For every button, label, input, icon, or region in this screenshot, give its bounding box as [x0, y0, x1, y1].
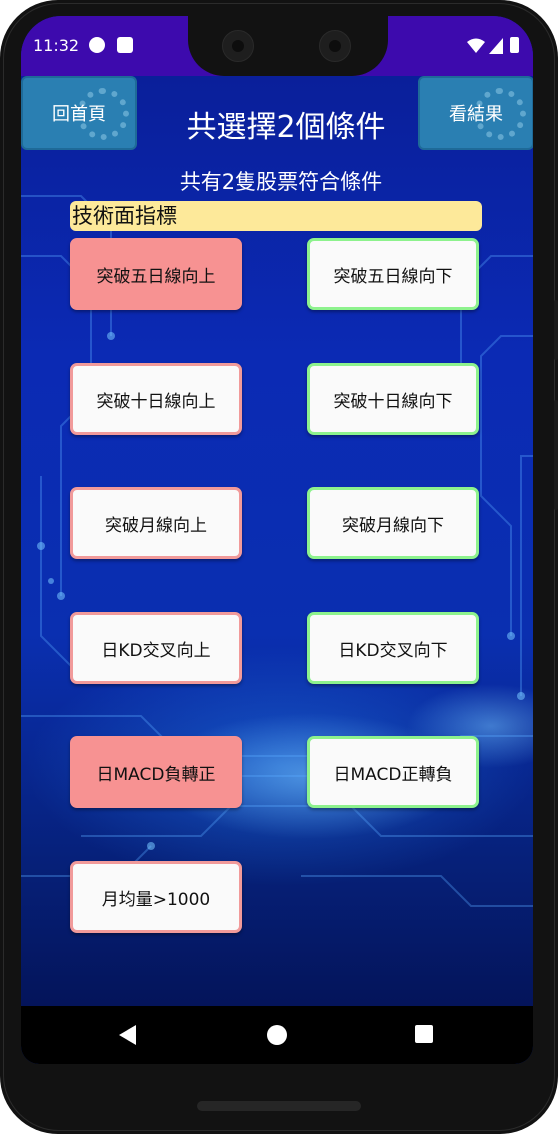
battery-icon — [510, 37, 519, 53]
match-count-text: 共有2隻股票符合條件 — [179, 170, 383, 194]
option-kd-cross-down[interactable]: 日KD交叉向下 — [307, 612, 479, 684]
power-button — [554, 400, 558, 510]
view-results-button[interactable]: 看結果 — [418, 76, 533, 150]
home-icon[interactable] — [267, 1025, 287, 1045]
page-title: 共選擇2個條件 — [186, 110, 386, 145]
back-icon[interactable] — [119, 1025, 136, 1045]
camera-notch — [188, 16, 388, 76]
signal-icon — [489, 38, 503, 54]
front-camera-left — [222, 30, 254, 62]
bottom-speaker — [197, 1101, 361, 1111]
option-break-month-down[interactable]: 突破月線向下 — [307, 487, 479, 559]
option-break-month-up[interactable]: 突破月線向上 — [70, 487, 242, 559]
recents-icon[interactable] — [415, 1025, 433, 1043]
phone-frame: 11:32 回首頁 共選擇2個條件 看結果 共有2隻股票符合條件 技術面指標 突… — [0, 0, 558, 1134]
wifi-icon — [467, 38, 485, 53]
front-camera-right — [319, 30, 351, 62]
option-break-10day-up[interactable]: 突破十日線向上 — [70, 363, 242, 435]
option-macd-neg-to-pos[interactable]: 日MACD負轉正 — [70, 736, 242, 808]
sd-card-icon — [117, 37, 133, 53]
home-button[interactable]: 回首頁 — [21, 76, 137, 150]
home-button-label: 回首頁 — [52, 104, 106, 125]
screen: 11:32 回首頁 共選擇2個條件 看結果 共有2隻股票符合條件 技術面指標 突… — [21, 16, 533, 1064]
option-break-10day-down[interactable]: 突破十日線向下 — [307, 363, 479, 435]
view-results-label: 看結果 — [449, 104, 503, 125]
option-macd-pos-to-neg[interactable]: 日MACD正轉負 — [307, 736, 479, 808]
volume-button — [554, 300, 558, 360]
option-kd-cross-up[interactable]: 日KD交叉向上 — [70, 612, 242, 684]
section-title: 技術面指標 — [70, 201, 482, 231]
option-break-5day-down[interactable]: 突破五日線向下 — [307, 238, 479, 310]
navigation-bar — [21, 1006, 533, 1064]
status-time: 11:32 — [33, 36, 80, 55]
app-notification-icon — [89, 37, 105, 53]
option-monthly-volume[interactable]: 月均量>1000 — [70, 861, 242, 933]
option-break-5day-up[interactable]: 突破五日線向上 — [70, 238, 242, 310]
